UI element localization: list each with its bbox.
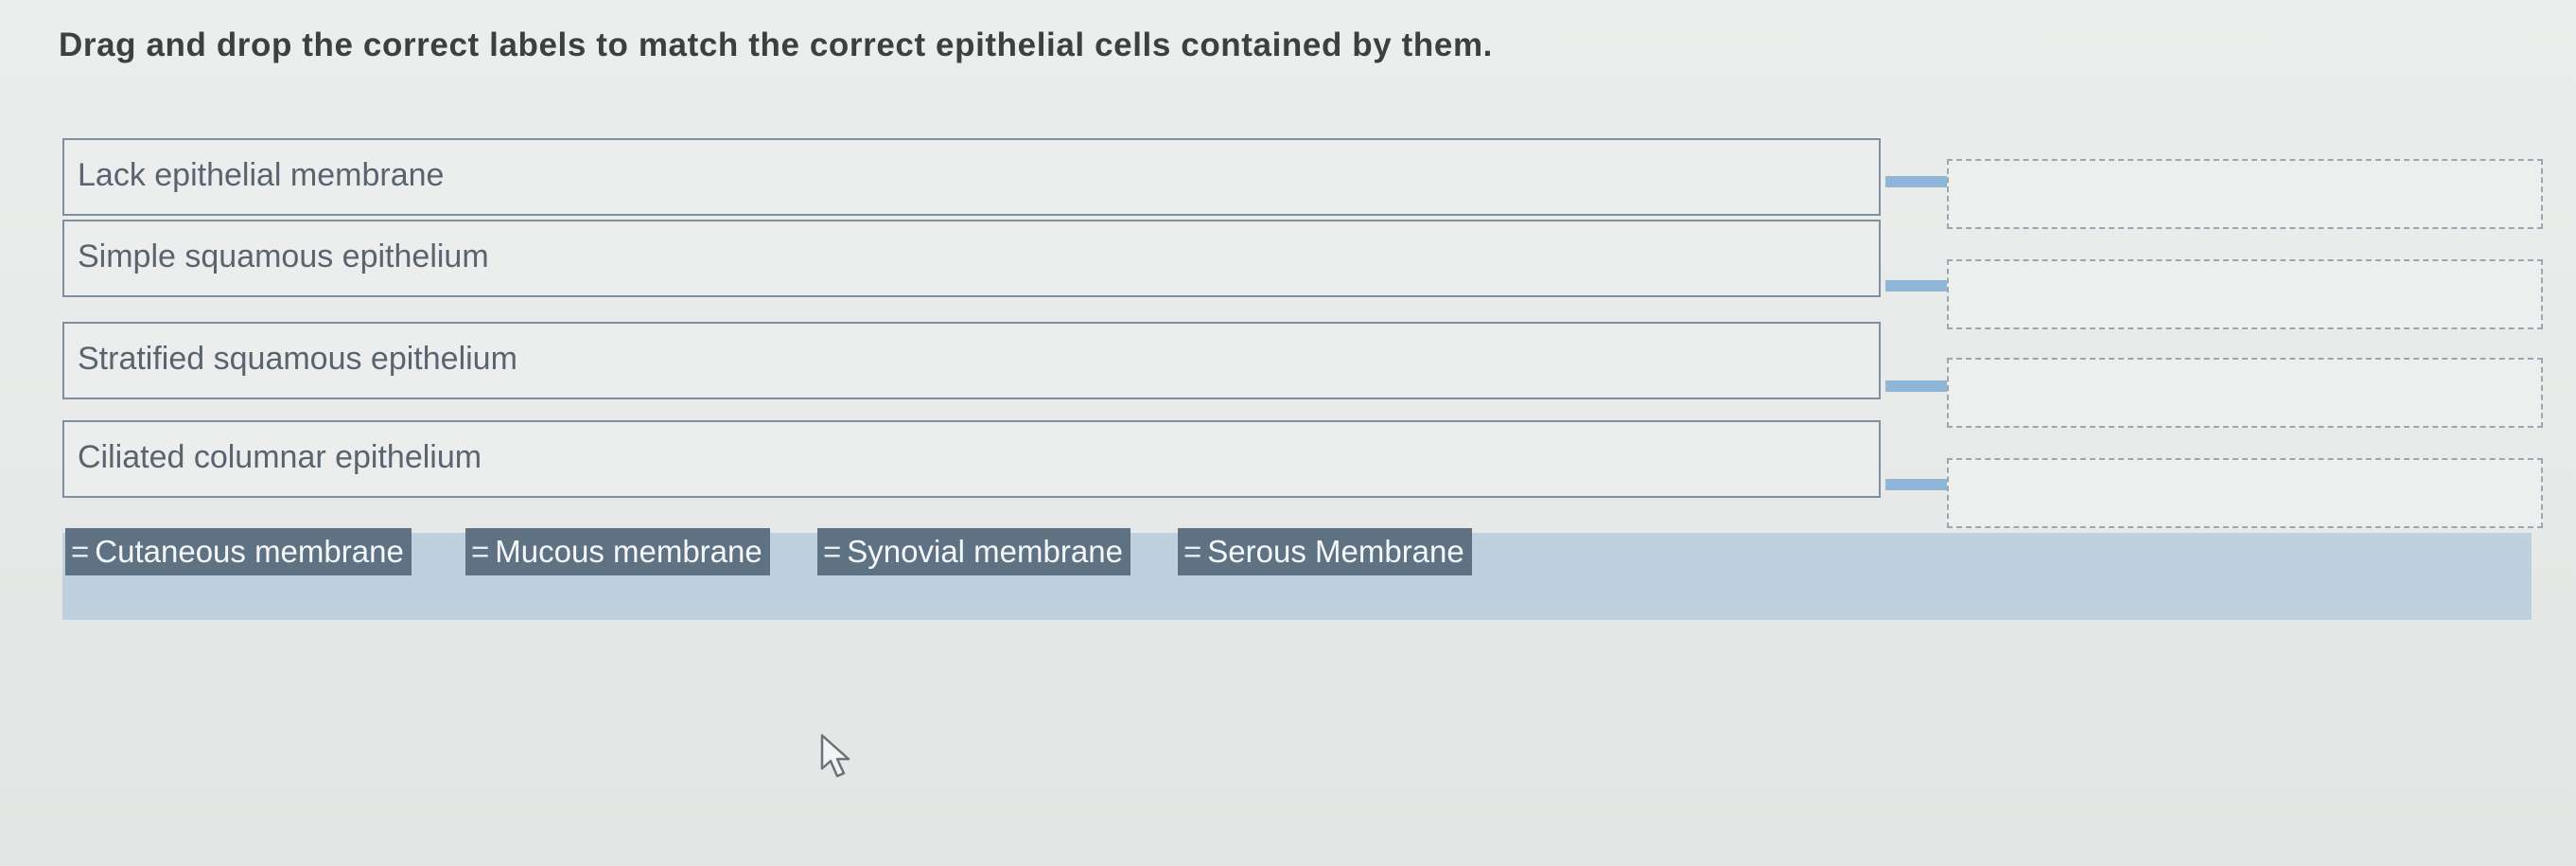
row-lack-epithelial-membrane: Lack epithelial membrane [62,138,1881,216]
row-stratified-squamous-epithelium: Stratified squamous epithelium [62,322,1881,399]
drag-drop-question: Drag and drop the correct labels to matc… [0,0,2576,866]
row-connector [1885,280,1950,292]
question-instruction: Drag and drop the correct labels to matc… [59,27,1493,63]
chip-label: Mucous membrane [495,534,762,569]
drag-handle-icon: = [71,534,90,569]
row-connector [1885,176,1950,187]
drop-target-2[interactable] [1947,259,2543,329]
drop-target-4[interactable] [1947,458,2543,528]
row-label: Ciliated columnar epithelium [78,439,482,475]
row-label: Simple squamous epithelium [78,239,489,274]
row-label: Lack epithelial membrane [78,157,445,193]
row-label: Stratified squamous epithelium [78,341,517,377]
drag-handle-icon: = [1183,534,1202,569]
row-connector [1885,380,1950,392]
chip-label: Serous Membrane [1207,534,1464,569]
row-connector [1885,479,1950,490]
label-chip-mucous-membrane[interactable]: = Mucous membrane [465,528,770,575]
label-chip-serous-membrane[interactable]: = Serous Membrane [1178,528,1472,575]
drop-target-3[interactable] [1947,358,2543,428]
mouse-pointer-icon [820,733,850,778]
label-chip-cutaneous-membrane[interactable]: = Cutaneous membrane [65,528,412,575]
chip-label: Cutaneous membrane [95,534,404,569]
chip-label: Synovial membrane [847,534,1123,569]
row-ciliated-columnar-epithelium: Ciliated columnar epithelium [62,420,1881,498]
drop-target-1[interactable] [1947,159,2543,229]
drag-handle-icon: = [471,534,490,569]
label-chip-synovial-membrane[interactable]: = Synovial membrane [817,528,1130,575]
row-simple-squamous-epithelium: Simple squamous epithelium [62,220,1881,297]
drag-handle-icon: = [823,534,842,569]
